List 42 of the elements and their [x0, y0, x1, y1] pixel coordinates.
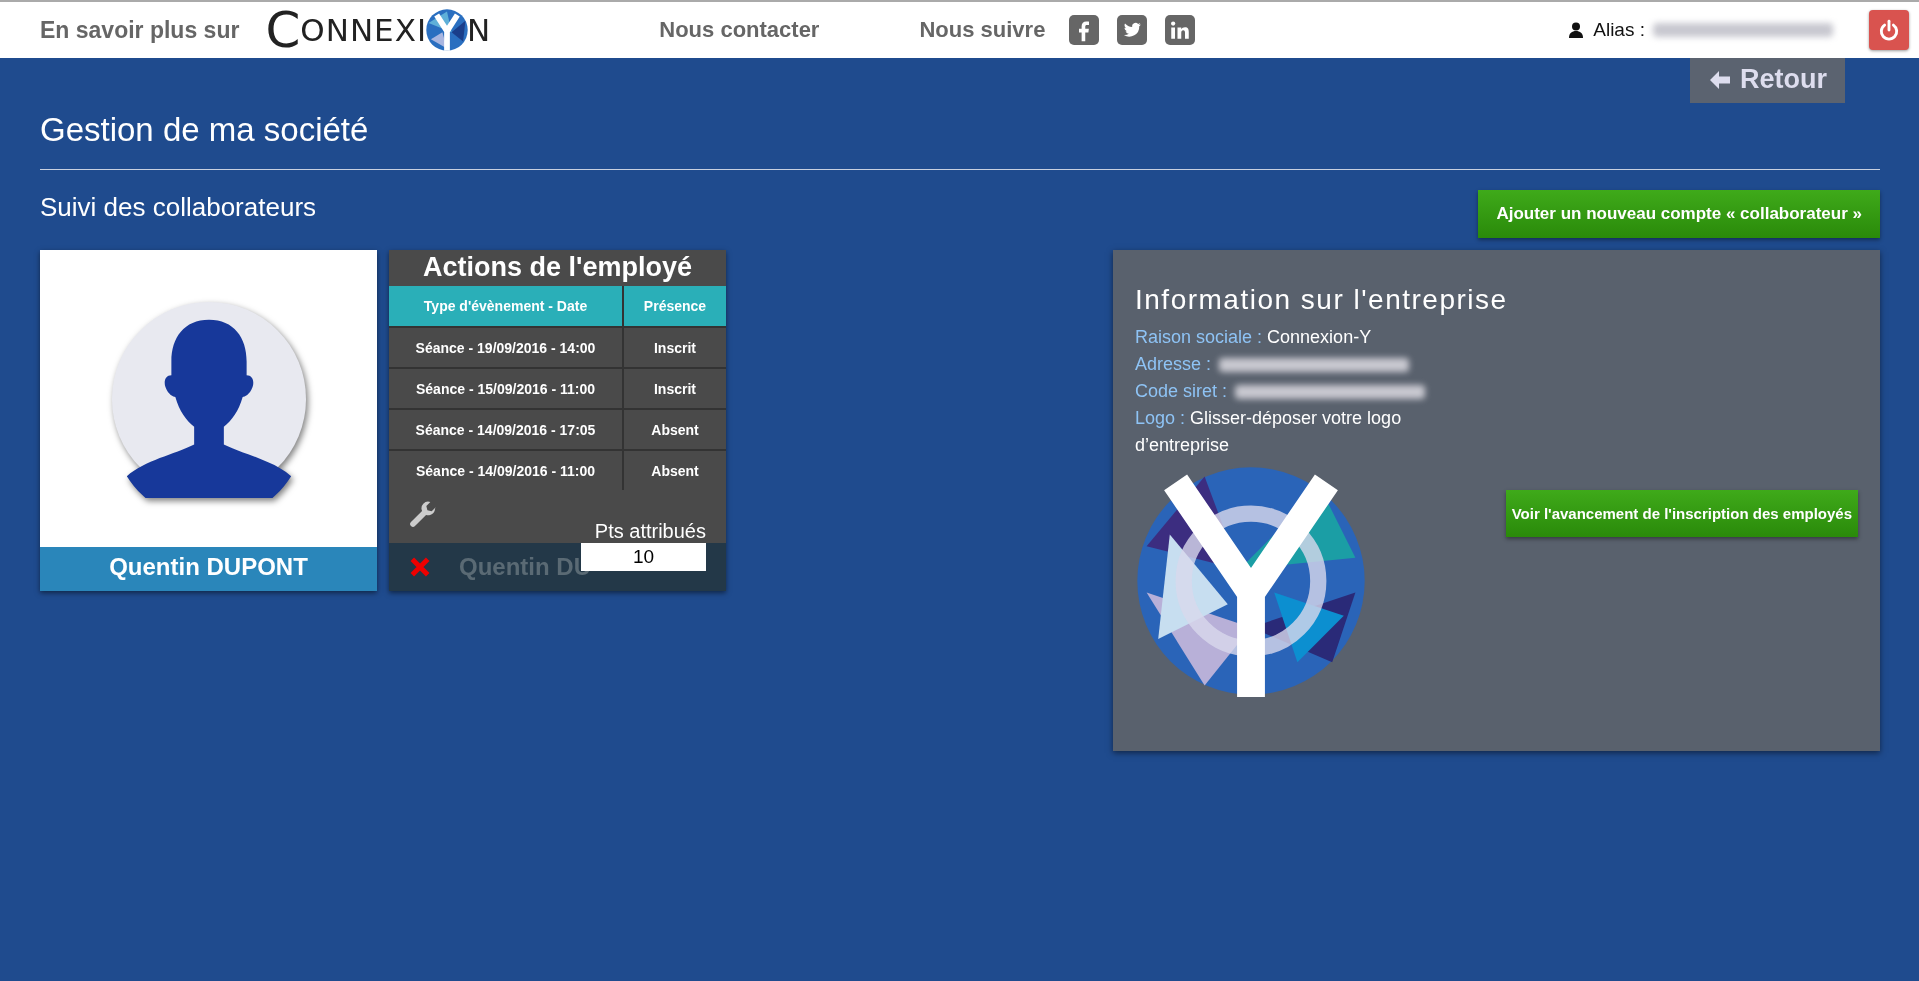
table-cell: Inscrit: [623, 327, 726, 368]
section-title: Suivi des collaborateurs: [40, 192, 317, 223]
field-label: Adresse :: [1135, 354, 1212, 374]
avatar-silhouette-icon: [109, 299, 308, 498]
back-button[interactable]: Retour: [1690, 58, 1845, 103]
company-field: Logo : Glisser-déposer votre logo d’entreprise: [1135, 405, 1455, 459]
user-icon: [1569, 22, 1584, 38]
company-title: Information sur l'entreprise: [1135, 284, 1509, 316]
table-cell: Séance - 14/09/2016 - 11:00: [389, 450, 623, 490]
logout-button[interactable]: [1869, 10, 1909, 50]
table-cell: Séance - 14/09/2016 - 17:05: [389, 409, 623, 450]
twitter-icon[interactable]: [1117, 15, 1148, 45]
table-cell: Absent: [623, 450, 726, 490]
employee-name: Quentin DUPONT: [40, 547, 377, 591]
y-circle-logo-icon: [1135, 465, 1367, 697]
points-field[interactable]: 10: [581, 543, 706, 571]
delete-cross-icon[interactable]: [409, 556, 431, 578]
linkedin-icon[interactable]: [1165, 15, 1196, 45]
table-cell: Séance - 19/09/2016 - 14:00: [389, 327, 623, 368]
logo-letter: C: [265, 5, 301, 55]
company-field: Raison sociale : Connexion-Y: [1135, 324, 1372, 351]
alias-label: Alias :: [1593, 19, 1645, 41]
logo-letter: N: [467, 12, 492, 48]
points-label: Pts attribués: [594, 520, 706, 543]
employee-card[interactable]: Quentin DUPONT: [40, 250, 377, 591]
field-label: Code siret :: [1135, 381, 1228, 401]
power-icon: [1878, 19, 1900, 41]
actions-title: Actions de l'employé: [422, 251, 693, 284]
logo-text: ONNEXI: [300, 12, 428, 48]
table-cell: Inscrit: [623, 368, 726, 409]
registration-progress-button[interactable]: Voir l'avancement de l'inscription des employés: [1505, 490, 1858, 537]
column-header: Présence: [623, 286, 726, 327]
contact-link[interactable]: Nous contacter: [659, 17, 820, 43]
column-header: Type d'évènement - Date: [389, 286, 623, 327]
table-cell: Absent: [623, 409, 726, 450]
y-circle-logo-icon: [424, 7, 471, 53]
facebook-icon[interactable]: [1069, 15, 1100, 45]
add-collaborator-button[interactable]: Ajouter un nouveau compte « collaborateur »: [1478, 190, 1880, 238]
page-title: Gestion de ma société: [40, 111, 370, 149]
about-link[interactable]: En savoir plus sur: [40, 16, 240, 44]
follow-label: Nous suivre: [919, 17, 1046, 43]
table-cell: Séance - 15/09/2016 - 11:00: [389, 368, 623, 409]
